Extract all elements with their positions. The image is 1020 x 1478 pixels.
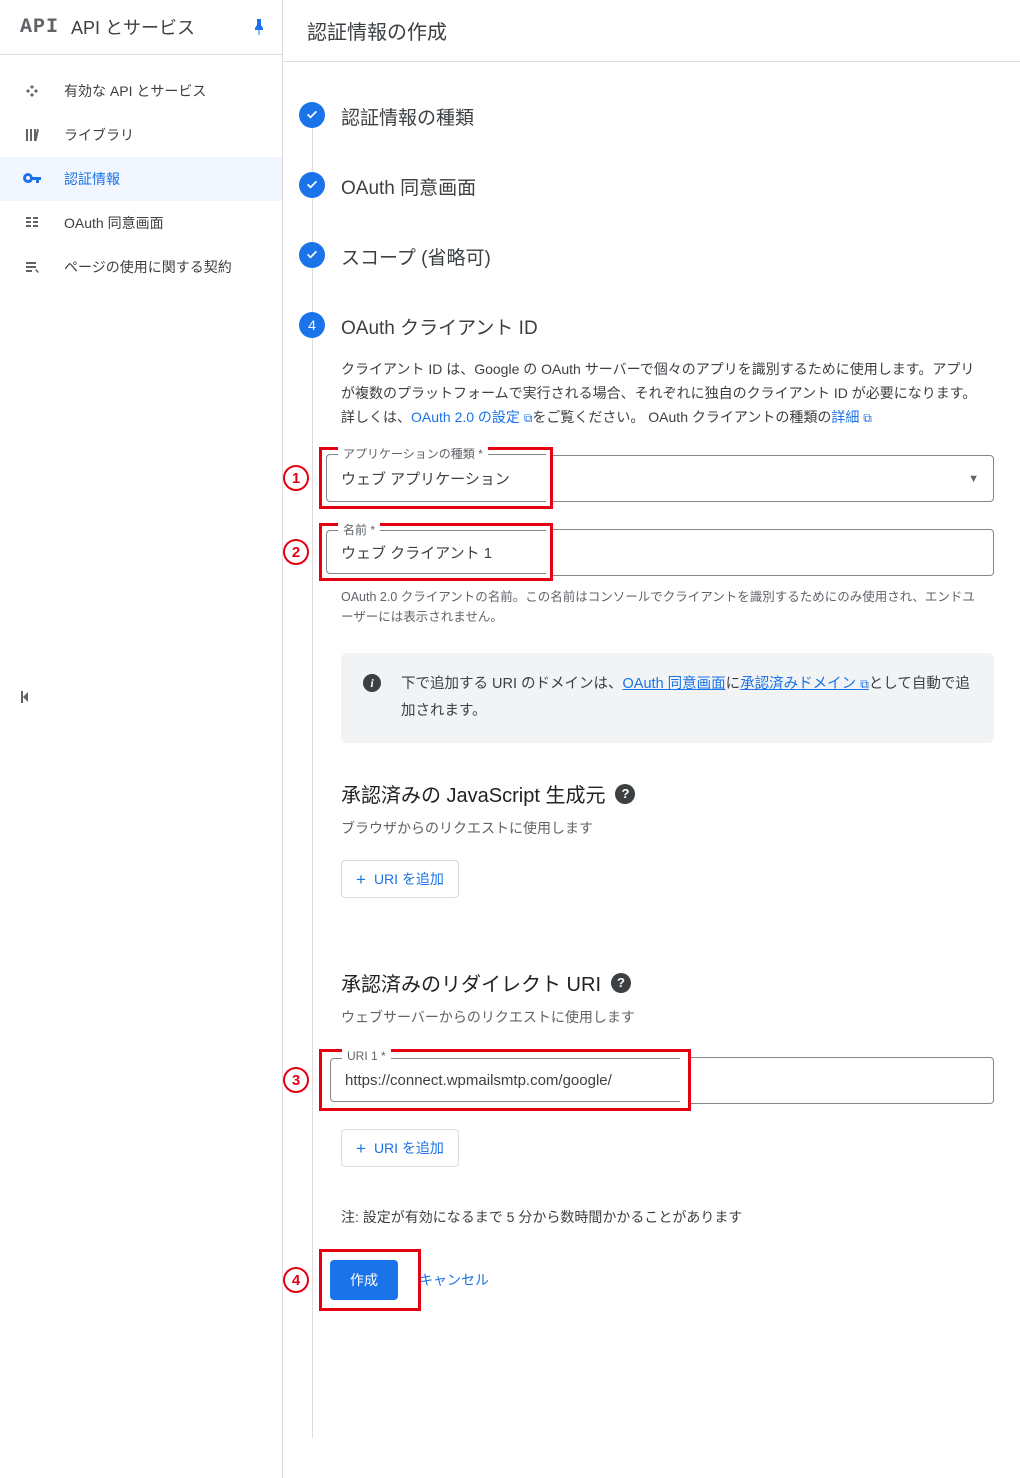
authorized-domain-link[interactable]: 承認済みドメイン ⧉ bbox=[740, 676, 869, 692]
sidebar-item-label: 有効な API とサービス bbox=[64, 81, 206, 101]
sidebar-item-credentials[interactable]: 認証情報 bbox=[0, 157, 282, 201]
sidebar-item-label: ページの使用に関する契約 bbox=[64, 257, 232, 277]
sidebar-item-label: ライブラリ bbox=[64, 125, 134, 145]
client-name-input[interactable] bbox=[341, 544, 532, 561]
sidebar: API API とサービス 有効な API とサービス ライブラリ bbox=[0, 0, 283, 1478]
key-icon bbox=[20, 173, 44, 185]
api-logo: API bbox=[20, 16, 59, 39]
redirect-uri-input[interactable] bbox=[345, 1072, 666, 1089]
step-oauth-consent: OAuth 同意画面 bbox=[283, 172, 994, 242]
sidebar-nav: 有効な API とサービス ライブラリ 認証情報 OAuth 同意画面 bbox=[0, 55, 282, 289]
create-button[interactable]: 作成 bbox=[330, 1260, 398, 1300]
info-panel: i 下で追加する URI のドメインは、OAuth 同意画面に承認済みドメイン … bbox=[341, 653, 994, 743]
sidebar-item-label: 認証情報 bbox=[64, 169, 120, 189]
collapse-sidebar-icon[interactable] bbox=[20, 690, 36, 704]
sidebar-item-terms[interactable]: ページの使用に関する契約 bbox=[0, 245, 282, 289]
sidebar-item-label: OAuth 同意画面 bbox=[64, 213, 164, 233]
diamond-icon bbox=[20, 83, 44, 99]
sidebar-header: API API とサービス bbox=[0, 0, 282, 55]
name-label: 名前 * bbox=[338, 521, 380, 538]
library-icon bbox=[20, 127, 44, 143]
uri1-label: URI 1 * bbox=[342, 1049, 391, 1063]
sidebar-item-library[interactable]: ライブラリ bbox=[0, 113, 282, 157]
note-text: 注: 設定が有効になるまで 5 分から数時間かかることがあります bbox=[341, 1207, 994, 1227]
app-type-label: アプリケーションの種類 * bbox=[338, 445, 488, 462]
external-link-icon: ⧉ bbox=[860, 677, 869, 691]
consent-icon bbox=[20, 215, 44, 231]
annotation-marker-2: 2 bbox=[283, 539, 309, 565]
plus-icon: + bbox=[356, 1140, 366, 1157]
js-origins-heading: 承認済みの JavaScript 生成元 ? bbox=[341, 779, 994, 808]
help-icon[interactable]: ? bbox=[615, 784, 635, 804]
redirect-uri-heading: 承認済みのリダイレクト URI ? bbox=[341, 968, 994, 997]
client-name-input-ext[interactable] bbox=[550, 529, 994, 576]
main: 認証情報の作成 認証情報の種類 bbox=[283, 0, 1020, 1478]
annotation-marker-1: 1 bbox=[283, 465, 309, 491]
step-title: OAuth 同意画面 bbox=[341, 172, 994, 218]
cancel-button[interactable]: キャンセル bbox=[407, 1260, 501, 1300]
step-scope: スコープ (省略可) bbox=[283, 242, 994, 312]
annotation-marker-4: 4 bbox=[283, 1267, 309, 1293]
step-description: クライアント ID は、Google の OAuth サーバーで個々のアプリを識… bbox=[341, 358, 994, 429]
check-icon bbox=[299, 172, 325, 198]
terms-icon bbox=[20, 259, 44, 275]
oauth-setup-link[interactable]: OAuth 2.0 の設定 ⧉ bbox=[411, 409, 532, 425]
app-type-select-ext[interactable]: ▼ bbox=[550, 455, 994, 502]
step-title: 認証情報の種類 bbox=[341, 102, 994, 148]
add-js-uri-button[interactable]: + URI を追加 bbox=[341, 860, 459, 898]
external-link-icon: ⧉ bbox=[863, 411, 872, 425]
annotation-marker-3: 3 bbox=[283, 1067, 309, 1093]
step-credential-type: 認証情報の種類 bbox=[283, 102, 994, 172]
redirect-uri-input-ext[interactable] bbox=[688, 1057, 994, 1104]
sidebar-title: API とサービス bbox=[71, 14, 252, 40]
page-title: 認証情報の作成 bbox=[283, 0, 1020, 62]
step-title: スコープ (省略可) bbox=[341, 242, 994, 288]
redirect-uri-desc: ウェブサーバーからのリクエストに使用します bbox=[341, 1007, 994, 1027]
pin-icon[interactable] bbox=[252, 18, 266, 36]
chevron-down-icon: ▼ bbox=[968, 473, 979, 485]
check-icon bbox=[299, 242, 325, 268]
sidebar-item-oauth-consent[interactable]: OAuth 同意画面 bbox=[0, 201, 282, 245]
info-icon: i bbox=[363, 674, 381, 692]
js-origins-desc: ブラウザからのリクエストに使用します bbox=[341, 818, 994, 838]
client-type-detail-link[interactable]: 詳細 ⧉ bbox=[831, 409, 871, 425]
name-helper-text: OAuth 2.0 クライアントの名前。この名前はコンソールでクライアントを識別… bbox=[341, 587, 994, 627]
step-number: 4 bbox=[299, 312, 325, 338]
sidebar-item-enabled-apis[interactable]: 有効な API とサービス bbox=[0, 69, 282, 113]
step-oauth-client-id: 4 OAuth クライアント ID クライアント ID は、Google の O… bbox=[283, 312, 994, 1438]
check-icon bbox=[299, 102, 325, 128]
step-title: OAuth クライアント ID bbox=[341, 312, 994, 358]
oauth-consent-link[interactable]: OAuth 同意画面 bbox=[623, 676, 726, 692]
plus-icon: + bbox=[356, 871, 366, 888]
help-icon[interactable]: ? bbox=[611, 973, 631, 993]
add-redirect-uri-button[interactable]: + URI を追加 bbox=[341, 1129, 459, 1167]
